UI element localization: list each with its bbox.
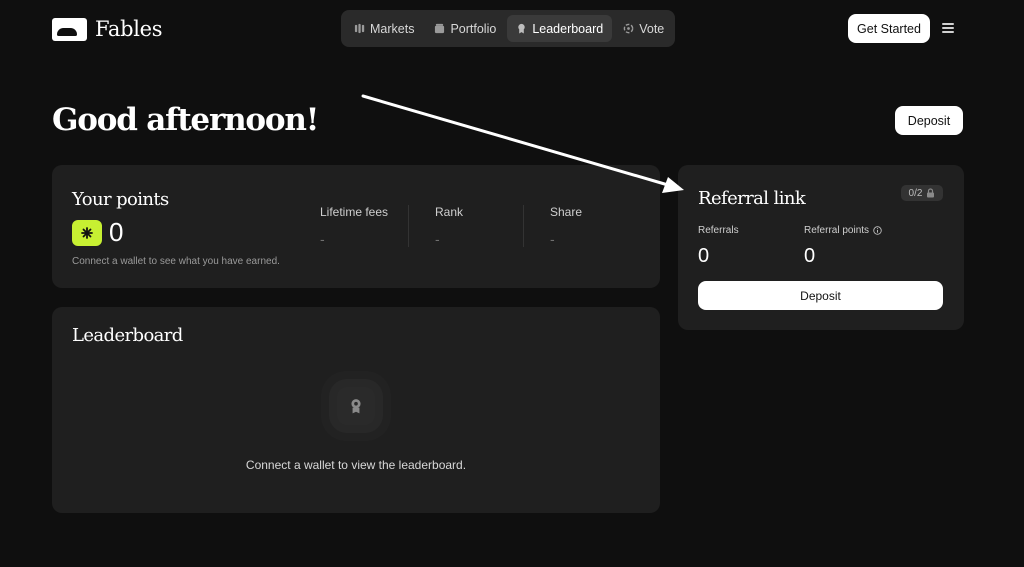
referrals-label-text: Referrals [698, 225, 739, 236]
stat-value: - [320, 231, 325, 247]
stat-label: Lifetime fees [320, 205, 389, 219]
referral-deposit-button[interactable]: Deposit [698, 281, 943, 310]
nav-label-leaderboard: Leaderboard [532, 21, 604, 36]
ribbon-icon [518, 23, 526, 34]
referral-lock-badge: 0/2 [901, 185, 943, 201]
points-value: 0 [109, 217, 124, 247]
leaderboard-empty-icon [337, 387, 375, 425]
nav-item-leaderboard[interactable]: Leaderboard [507, 15, 613, 42]
stat-divider [523, 205, 524, 247]
referrals-label: Referrals [698, 225, 739, 236]
fables-logo-icon [52, 17, 87, 41]
stat-rank: Rank - [435, 205, 463, 247]
get-started-button[interactable]: Get Started [848, 14, 930, 43]
stat-lifetime-fees: Lifetime fees - [320, 205, 388, 247]
stat-value: - [550, 231, 555, 247]
markets-icon [354, 23, 365, 34]
sparkle-icon [81, 227, 93, 239]
ribbon-icon [351, 399, 361, 414]
brand-name: Fables [95, 17, 163, 41]
points-card: Your points 0 Connect a wallet to see wh… [52, 165, 660, 288]
stat-divider [408, 205, 409, 247]
lock-icon [927, 188, 935, 198]
leaderboard-title: Leaderboard [72, 325, 183, 346]
referral-points-label-text: Referral points [804, 225, 870, 236]
info-icon[interactable] [873, 226, 882, 235]
stat-label: Share [550, 205, 583, 219]
hamburger-menu-icon[interactable] [942, 23, 954, 33]
referrals-value: 0 [698, 245, 710, 267]
stat-label: Rank [435, 205, 464, 219]
referral-title: Referral link [698, 188, 806, 209]
stat-value: - [435, 231, 440, 247]
points-caption: Connect a wallet to see what you have ea… [72, 256, 280, 267]
referral-points-label: Referral points [804, 225, 882, 236]
referral-points-value: 0 [804, 245, 816, 267]
leaderboard-empty-text: Connect a wallet to view the leaderboard… [245, 458, 467, 472]
nav-label-markets: Markets [370, 21, 415, 36]
portfolio-icon [435, 23, 445, 34]
nav-item-vote[interactable]: Vote [614, 15, 673, 42]
nav-label-portfolio: Portfolio [450, 21, 497, 36]
points-title: Your points [72, 189, 169, 210]
brand-logo[interactable]: Fables [52, 17, 163, 41]
leaderboard-card: Leaderboard Connect a wallet to view the… [52, 307, 660, 513]
page-title: Good afternoon! [52, 102, 319, 138]
points-badge [72, 220, 102, 246]
deposit-button[interactable]: Deposit [895, 106, 963, 135]
nav-item-markets[interactable]: Markets [345, 15, 423, 42]
top-nav: Markets Portfolio Leaderboard Vote [341, 10, 675, 47]
nav-label-vote: Vote [639, 21, 665, 36]
page: Fables Markets Portfolio Leaderboard Vot… [0, 0, 1024, 567]
vote-icon [623, 23, 634, 34]
referral-card: Referral link 0/2 Referrals 0 Referral p… [678, 165, 964, 330]
nav-item-portfolio[interactable]: Portfolio [425, 15, 505, 42]
lock-badge-count: 0/2 [908, 187, 923, 199]
stat-share: Share - [550, 205, 582, 247]
